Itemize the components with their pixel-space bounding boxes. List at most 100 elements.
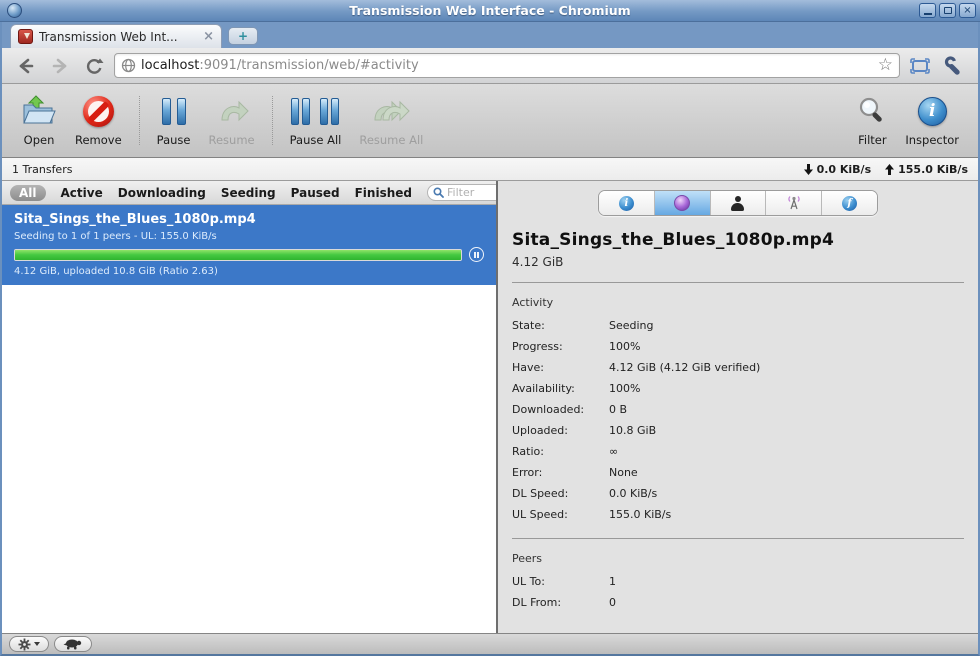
tab-files[interactable]: f <box>821 191 877 215</box>
url-text: localhost:9091/transmission/web/#activit… <box>141 58 873 73</box>
open-folder-icon <box>21 94 57 128</box>
speed-limit-button[interactable] <box>54 636 92 652</box>
minimize-button[interactable] <box>919 3 936 18</box>
gear-icon <box>18 638 31 650</box>
detail-row: UL Speed: 155.0 KiB/s <box>512 504 964 525</box>
browser-navbar: localhost:9091/transmission/web/#activit… <box>2 48 978 84</box>
detail-label: Downloaded: <box>512 403 585 416</box>
filter-label: Filter <box>858 133 887 147</box>
pause-icon <box>161 94 186 128</box>
inspector-panel: i f Sita_Sings_the_Blues_1080p.mp4 4.12 … <box>498 181 978 633</box>
pause-all-icon <box>291 94 340 128</box>
remove-label: Remove <box>75 133 122 147</box>
address-bar[interactable]: localhost:9091/transmission/web/#activit… <box>114 53 900 78</box>
detail-value: 1 <box>609 575 616 588</box>
detail-row: DL Speed: 0.0 KiB/s <box>512 483 964 504</box>
detail-value: 10.8 GiB <box>609 424 657 437</box>
trackers-antenna-icon <box>788 196 800 210</box>
detail-row: DL From: 0 <box>512 592 964 613</box>
detail-row: Have: 4.12 GiB (4.12 GiB verified) <box>512 357 964 378</box>
detail-label: DL From: <box>512 596 562 609</box>
resume-button[interactable]: Resume <box>200 90 264 157</box>
transmission-toolbar: Open Remove Pause Resume Pause All Resum… <box>2 84 978 158</box>
detail-value: 0 <box>609 596 616 609</box>
reload-button[interactable] <box>80 53 108 79</box>
transmission-favicon-icon <box>18 29 33 44</box>
torrent-row[interactable]: Sita_Sings_the_Blues_1080p.mp4 Seeding t… <box>2 205 496 285</box>
detail-row: Progress: 100% <box>512 336 964 357</box>
remove-button[interactable]: Remove <box>66 90 131 157</box>
filter-button[interactable]: Filter <box>848 90 896 157</box>
close-icon: × <box>963 4 972 16</box>
up-arrow-icon <box>885 163 895 175</box>
section-divider <box>512 282 964 283</box>
filter-tab[interactable]: Active <box>61 186 103 200</box>
tab-info[interactable]: i <box>599 191 654 215</box>
selection-extension-button[interactable] <box>906 53 934 79</box>
detail-value: 0 B <box>609 403 628 416</box>
torrent-list-panel: All Active Downloading Seeding Paused Finishe… <box>2 181 513 633</box>
tab-peers[interactable] <box>709 191 766 215</box>
detail-row: State: Seeding <box>512 315 964 336</box>
close-button[interactable]: × <box>959 3 976 18</box>
open-button[interactable]: Open <box>12 90 66 157</box>
detail-label: Error: <box>512 466 543 479</box>
torrent-progress-bar <box>14 248 462 261</box>
pause-icon <box>473 251 476 258</box>
browser-tab[interactable]: Transmission Web Int... × <box>10 24 222 48</box>
filter-tab[interactable]: All <box>10 184 46 201</box>
inspector-button[interactable]: i Inspector <box>896 90 968 157</box>
detail-label: Availability: <box>512 382 575 395</box>
down-arrow-icon <box>803 163 813 175</box>
filter-tab[interactable]: Downloading <box>118 186 206 200</box>
filter-tab[interactable]: Seeding <box>221 186 276 200</box>
resume-all-button[interactable]: Resume All <box>350 90 432 157</box>
detail-row: Uploaded: 10.8 GiB <box>512 420 964 441</box>
magnifier-icon <box>857 94 887 128</box>
wrench-menu-button[interactable] <box>940 53 968 79</box>
browser-window: Transmission Web Interface - Chromium × … <box>0 0 980 656</box>
activity-section-header: Activity <box>512 296 554 309</box>
pause-all-button[interactable]: Pause All <box>281 90 351 157</box>
pause-button[interactable]: Pause <box>148 90 200 157</box>
main-area: All Active Downloading Seeding Paused Finishe… <box>2 181 978 633</box>
wrench-icon <box>944 55 960 75</box>
activity-globe-icon <box>674 195 691 211</box>
filter-tab[interactable]: Finished <box>355 186 412 200</box>
inspector-tabs: i f <box>598 190 878 216</box>
tab-trackers[interactable] <box>765 191 822 215</box>
detail-label: Have: <box>512 361 544 374</box>
forward-button[interactable] <box>46 53 74 79</box>
detail-label: Ratio: <box>512 445 544 458</box>
bookmark-star-icon[interactable]: ☆ <box>878 57 893 74</box>
detail-value: 100% <box>609 340 641 353</box>
pause-label: Pause <box>156 133 191 147</box>
back-button[interactable] <box>12 53 40 79</box>
new-tab-button[interactable]: + <box>228 27 258 45</box>
transfers-count: 1 Transfers <box>12 162 73 176</box>
selection-icon <box>910 57 930 74</box>
window-title: Transmission Web Interface - Chromium <box>349 3 631 18</box>
torrent-pause-button[interactable] <box>469 247 484 262</box>
detail-row: Availability: 100% <box>512 378 964 399</box>
speed-summary: 0.0 KiB/s 155.0 KiB/s <box>803 162 968 176</box>
tab-close-icon[interactable]: × <box>203 29 214 44</box>
up-speed: 155.0 KiB/s <box>898 162 968 176</box>
tab-activity[interactable] <box>653 191 710 215</box>
detail-label: DL Speed: <box>512 487 569 500</box>
files-icon: f <box>842 195 858 211</box>
filter-tab[interactable]: Paused <box>291 186 340 200</box>
forward-icon <box>52 58 67 73</box>
resume-all-icon <box>371 94 411 128</box>
maximize-button[interactable] <box>939 3 956 18</box>
search-icon <box>433 187 444 198</box>
detail-value: ∞ <box>609 445 619 458</box>
torrent-list: Sita_Sings_the_Blues_1080p.mp4 Seeding t… <box>2 205 496 633</box>
detail-row: Ratio: ∞ <box>512 441 964 462</box>
url-host: localhost <box>141 58 200 73</box>
detail-row: Error: None <box>512 462 964 483</box>
detail-value: 0.0 KiB/s <box>609 487 658 500</box>
detail-label: Progress: <box>512 340 563 353</box>
settings-menu-button[interactable] <box>9 636 49 652</box>
reload-icon <box>86 58 104 74</box>
